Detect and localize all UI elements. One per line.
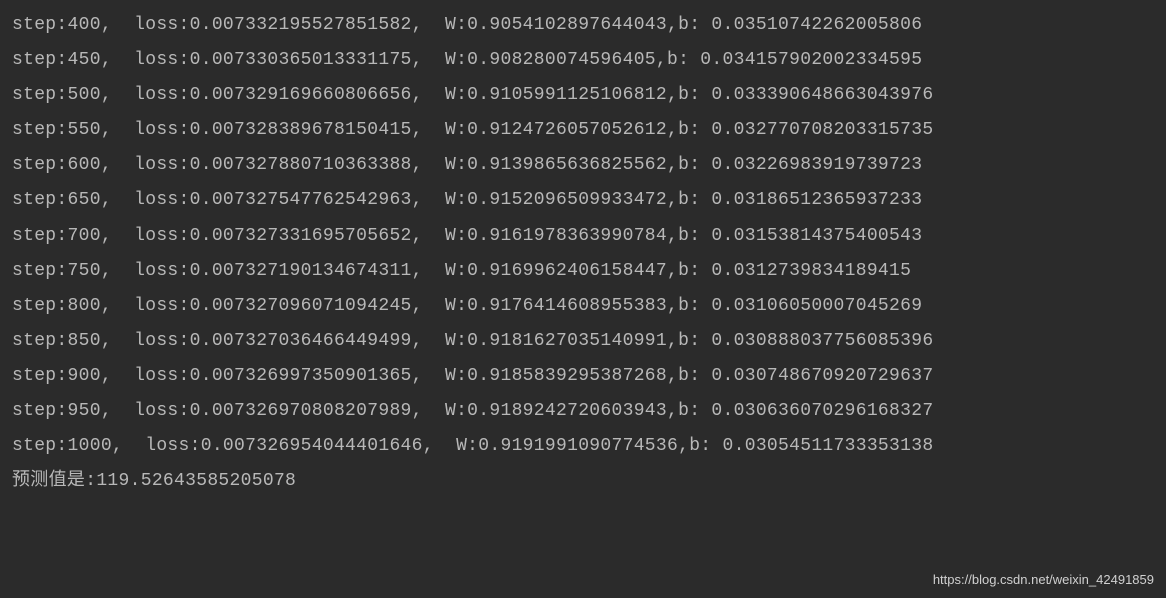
- log-line: step:900, loss:0.007326997350901365, W:0…: [12, 359, 1154, 394]
- log-line: step:750, loss:0.007327190134674311, W:0…: [12, 254, 1154, 289]
- watermark-text: https://blog.csdn.net/weixin_42491859: [933, 567, 1154, 592]
- log-line: step:1000, loss:0.007326954044401646, W:…: [12, 429, 1154, 464]
- prediction-value: 119.52643585205078: [96, 471, 296, 491]
- log-line: step:850, loss:0.007327036466449499, W:0…: [12, 324, 1154, 359]
- log-line: step:800, loss:0.007327096071094245, W:0…: [12, 289, 1154, 324]
- log-line: step:550, loss:0.007328389678150415, W:0…: [12, 113, 1154, 148]
- log-line: step:450, loss:0.007330365013331175, W:0…: [12, 43, 1154, 78]
- log-line: step:500, loss:0.007329169660806656, W:0…: [12, 78, 1154, 113]
- log-line: step:600, loss:0.007327880710363388, W:0…: [12, 148, 1154, 183]
- console-output: step:400, loss:0.007332195527851582, W:0…: [12, 8, 1154, 464]
- log-line: step:400, loss:0.007332195527851582, W:0…: [12, 8, 1154, 43]
- log-line: step:700, loss:0.007327331695705652, W:0…: [12, 219, 1154, 254]
- prediction-label: 预测值是:: [12, 471, 96, 491]
- log-line: step:950, loss:0.007326970808207989, W:0…: [12, 394, 1154, 429]
- log-line: step:650, loss:0.007327547762542963, W:0…: [12, 183, 1154, 218]
- prediction-line: 预测值是:119.52643585205078: [12, 464, 1154, 499]
